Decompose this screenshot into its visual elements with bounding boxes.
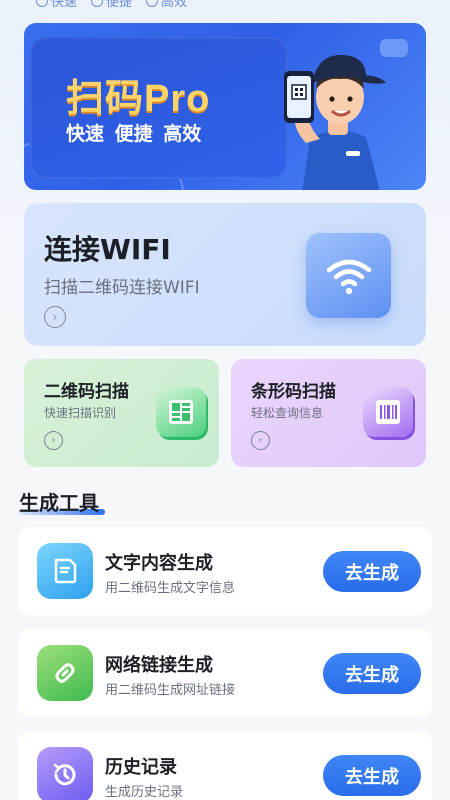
app-screen: 快速 便捷 高效 扫码Pro 快速 便捷 高效 连接WIFI 扫描二维码连接WI… [0,0,450,800]
check-icon [146,0,159,7]
check-icon [36,0,48,7]
wifi-card-desc: 扫描二维码连接WIFI [44,278,200,298]
barcode-icon [363,387,413,437]
person-with-phone-illustration [284,54,386,190]
generate-button[interactable]: 去生成 [323,755,421,796]
section-title: 生成工具 [19,491,99,515]
document-icon [37,543,93,599]
chevron-right-icon[interactable]: › [251,431,270,450]
tool-name: 历史记录 [105,757,177,778]
connect-wifi-card[interactable]: 连接WIFI 扫描二维码连接WIFI › [24,203,426,346]
tag-convenient: 便捷 [91,0,132,10]
qr-icon [156,387,206,437]
tool-link-generate[interactable]: 网络链接生成 用二维码生成网址链接 去生成 [18,629,432,717]
qr-scan-card[interactable]: 二维码扫描 快速扫描识别 › [24,359,219,467]
link-icon [37,645,93,701]
tool-desc: 用二维码生成文字信息 [105,581,236,596]
qr-card-desc: 快速扫描识别 [44,406,117,420]
chevron-right-icon[interactable]: › [44,431,63,450]
promo-banner[interactable]: 扫码Pro 快速 便捷 高效 [24,23,426,190]
tool-name: 网络链接生成 [105,655,213,676]
tool-desc: 用二维码生成网址链接 [105,683,236,698]
tool-desc: 生成历史记录 [105,785,184,800]
generate-button[interactable]: 去生成 [323,653,421,694]
wifi-card-title: 连接WIFI [44,233,171,266]
tag-fast: 快速 [36,0,77,10]
wifi-icon [306,233,391,318]
barcode-card-desc: 轻松查询信息 [251,406,324,420]
tool-history[interactable]: 历史记录 生成历史记录 去生成 [18,731,432,800]
banner-title: 扫码Pro [66,78,211,120]
tag-efficient: 高效 [146,0,187,10]
tool-name: 文字内容生成 [105,553,213,574]
barcode-scan-card[interactable]: 条形码扫描 轻松查询信息 › [231,359,426,467]
top-feature-tags: 快速 便捷 高效 [36,0,187,10]
chevron-right-icon[interactable]: › [44,306,66,328]
barcode-card-title: 条形码扫描 [251,382,336,402]
check-icon [91,0,104,7]
qr-card-title: 二维码扫描 [44,382,129,402]
generate-button[interactable]: 去生成 [323,551,421,592]
banner-subtitle: 快速 便捷 高效 [66,123,202,145]
tool-text-generate[interactable]: 文字内容生成 用二维码生成文字信息 去生成 [18,527,432,615]
history-icon [37,747,93,800]
